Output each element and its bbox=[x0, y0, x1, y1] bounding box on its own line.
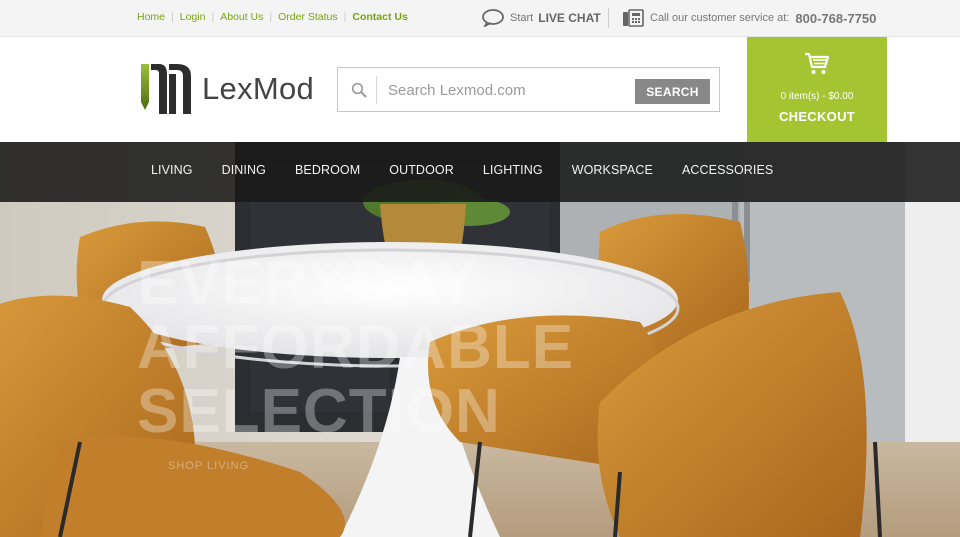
link-separator: | bbox=[211, 11, 215, 23]
search-button[interactable]: SEARCH bbox=[635, 79, 710, 104]
about-us-link[interactable]: About Us bbox=[220, 11, 263, 23]
search-divider bbox=[376, 76, 377, 104]
hero-headline: EVERYDAY AFFORDABLE SELECTION bbox=[137, 252, 917, 444]
hero-headline-line1: EVERYDAY AFFORDABLE bbox=[137, 249, 575, 382]
order-status-link[interactable]: Order Status bbox=[278, 11, 338, 23]
home-link[interactable]: Home bbox=[137, 11, 165, 23]
phone-icon bbox=[623, 9, 644, 27]
contact-us-link[interactable]: Contact Us bbox=[352, 11, 407, 23]
hero-banner[interactable]: LIVING DINING BEDROOM OUTDOOR LIGHTING W… bbox=[0, 142, 960, 537]
nav-item-dining[interactable]: DINING bbox=[222, 163, 266, 177]
cart-icon bbox=[805, 52, 830, 74]
nav-item-workspace[interactable]: WORKSPACE bbox=[572, 163, 653, 177]
checkout-label: CHECKOUT bbox=[778, 109, 856, 124]
utility-bar: Home | Login | About Us | Order Status | Contact… bbox=[0, 0, 960, 37]
nav-item-lighting[interactable]: LIGHTING bbox=[483, 163, 543, 177]
utility-divider bbox=[608, 8, 609, 28]
logo-text: LexMod bbox=[202, 71, 315, 106]
chat-bubble-icon bbox=[482, 9, 504, 27]
link-separator: | bbox=[171, 11, 174, 23]
search-box: SEARCH bbox=[337, 67, 720, 112]
login-link[interactable]: Login bbox=[180, 11, 206, 23]
nav-item-living[interactable]: LIVING bbox=[151, 163, 193, 177]
phone-number[interactable]: 800-768-7750 bbox=[795, 11, 876, 26]
link-separator: | bbox=[269, 11, 273, 23]
nav-item-bedroom[interactable]: BEDROOM bbox=[295, 163, 360, 177]
nav-item-outdoor[interactable]: OUTDOOR bbox=[389, 163, 454, 177]
main-nav: LIVING DINING BEDROOM OUTDOOR LIGHTING W… bbox=[0, 142, 960, 202]
link-separator: | bbox=[343, 11, 347, 23]
live-chat-button[interactable]: Start LIVE CHAT bbox=[482, 8, 601, 28]
search-icon bbox=[351, 82, 367, 98]
chat-label: LIVE CHAT bbox=[538, 11, 601, 25]
checkout-button[interactable]: 0 item(s) - $0.00 CHECKOUT bbox=[747, 37, 887, 142]
site-logo[interactable]: LexMod bbox=[139, 62, 314, 116]
hero-cta-link[interactable]: SHOP LIVING bbox=[168, 460, 249, 472]
cart-summary: 0 item(s) - $0.00 bbox=[780, 91, 854, 102]
chat-prefix: Start bbox=[510, 12, 534, 24]
nav-item-accessories[interactable]: ACCESSORIES bbox=[682, 163, 773, 177]
utility-links: Home | Login | About Us | Order Status | Contact… bbox=[137, 11, 408, 23]
hero-headline-line2: SELECTION bbox=[137, 377, 501, 446]
customer-service-phone: Call our customer service at: 800-768-77… bbox=[622, 8, 876, 28]
search-input[interactable] bbox=[386, 77, 630, 103]
logo-mark-icon bbox=[141, 64, 191, 114]
phone-label: Call our customer service at: bbox=[650, 12, 790, 24]
